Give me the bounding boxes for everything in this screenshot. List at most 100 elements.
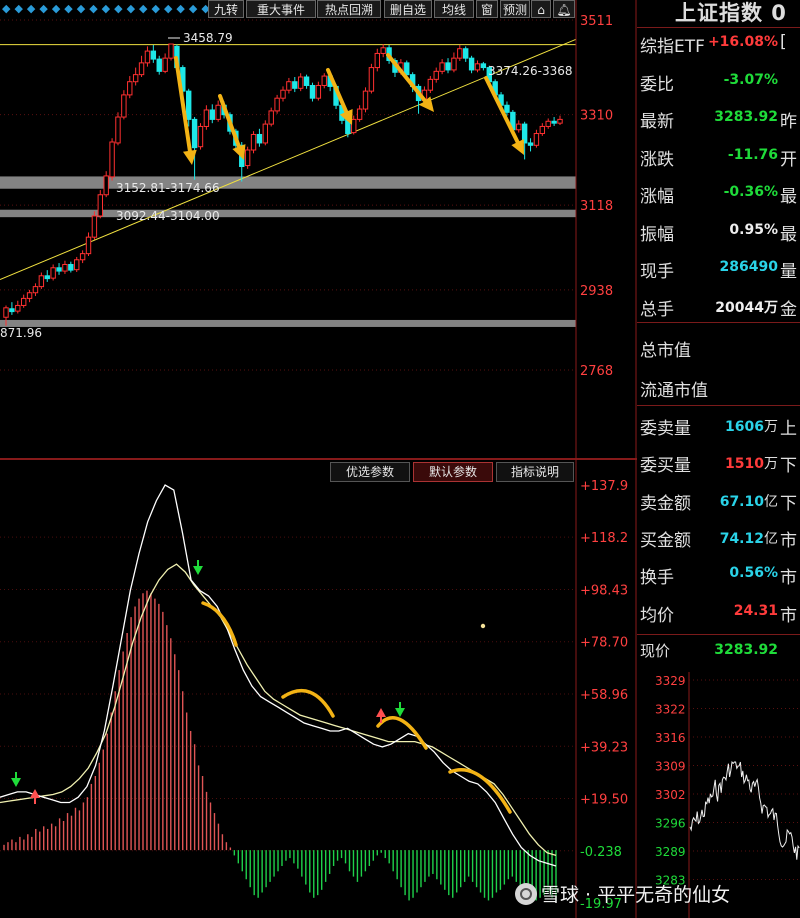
quote-extra-label: 量 xyxy=(780,262,797,282)
toolbar-button-3[interactable]: 删自选 xyxy=(384,0,432,18)
candle-body xyxy=(268,110,274,125)
candle-body xyxy=(451,57,457,71)
candle-body xyxy=(74,259,80,271)
quote-label: 委卖量 xyxy=(640,419,691,439)
quote-extra-label: [ xyxy=(780,32,787,52)
quote-value-text: -3.07% xyxy=(723,71,778,88)
candle-body xyxy=(244,149,251,167)
quote-row: 最新 3283.92 昨 xyxy=(637,103,800,135)
indicator-axis: +137.9 +118.2 +98.43 +78.70 +58.96 +39.23 +19.… xyxy=(580,479,628,912)
candle-body xyxy=(79,253,86,261)
candle-body xyxy=(91,215,98,238)
candle-body xyxy=(115,116,121,144)
candle-body xyxy=(315,84,322,99)
candle-body xyxy=(463,48,469,59)
candle-body xyxy=(9,308,15,313)
candle-body xyxy=(404,62,410,76)
candle-body xyxy=(191,118,198,149)
indicator-tab-0[interactable]: 优选参数 xyxy=(330,462,410,482)
quote-row: 振幅 0.95% 最 xyxy=(637,216,800,248)
watermark-author: 平平无奇的仙女 xyxy=(597,884,731,906)
candle-body xyxy=(150,50,157,60)
candle-body xyxy=(250,133,257,151)
market-cap-row: 总市值 xyxy=(637,332,800,364)
indicator-tick-label: +98.43 xyxy=(580,584,628,599)
price-tick-label: 2768 xyxy=(580,364,613,379)
candle-body xyxy=(186,90,192,120)
quote-value: 24.31 xyxy=(734,603,778,619)
quote-extra-label: 最 xyxy=(780,224,797,245)
intraday-price-row: 现价 3283.92 xyxy=(637,636,800,668)
candle-body xyxy=(85,236,92,255)
candle-body xyxy=(427,78,434,91)
candle-body xyxy=(62,263,68,272)
event-diamond-markers[interactable]: ◆◆◆◆◆◆◆◆◆◆◆◆◆◆◆◆◆◆◆ xyxy=(2,1,239,17)
quote-label: 买金额 xyxy=(640,530,691,551)
mini-tick-label: 3302 xyxy=(655,788,686,802)
candle-body xyxy=(321,75,327,86)
quote-value-text: 0.56% xyxy=(729,565,778,582)
quote-label: 最新 xyxy=(640,112,674,132)
price-tick-label: 2938 xyxy=(580,284,613,299)
quote-row: 总手 20044万金 xyxy=(637,291,800,323)
lock-icon[interactable]: ⌂ xyxy=(531,0,551,18)
support-zone xyxy=(0,176,576,189)
quote-unit: 亿 xyxy=(764,493,778,510)
quote-sidebar: 上证指数 0 综指ETF +16.08%[委比 -3.07% 最新 3283.92 昨涨跌… xyxy=(637,0,800,918)
chart-canvas: 3458.79 3374.26-3368 3152.81-3174.66 3092.4… xyxy=(0,0,637,918)
candle-body xyxy=(162,57,168,72)
price-tick-label: 3310 xyxy=(580,109,613,124)
toolbar-button-5[interactable]: 窗 xyxy=(476,0,498,18)
quote-value: 20044万 xyxy=(715,297,778,317)
quote-unit: 亿 xyxy=(764,530,778,547)
price-tick-label: 3118 xyxy=(580,199,613,214)
quote-unit: 万 xyxy=(764,456,778,473)
quote-row: 买金额 74.12亿市 xyxy=(637,522,800,554)
watermark-brand: 雪球 xyxy=(541,884,580,906)
candle-body xyxy=(168,43,174,59)
mini-tick-label: 3316 xyxy=(655,731,686,745)
quote-row: 委比 -3.07% xyxy=(637,66,800,98)
toolbar-button-6[interactable]: 预测 xyxy=(500,0,530,18)
price-annotation: 3374.26-3368 xyxy=(488,64,573,78)
quote-value-text: 24.31 xyxy=(733,602,778,619)
candle-body xyxy=(533,133,540,146)
indicator-tab-2[interactable]: 指标说明 xyxy=(496,462,574,482)
price-annotation: 3458.79 xyxy=(183,31,233,45)
candle-body xyxy=(297,76,304,89)
indicator-tab-1[interactable]: 默认参数 xyxy=(413,462,493,482)
candle-body xyxy=(504,104,510,113)
support-zone xyxy=(0,209,576,218)
candle-body xyxy=(15,304,21,312)
quote-label: 涨跌 xyxy=(640,149,674,170)
market-cap-label: 总市值 xyxy=(640,341,691,361)
toolbar-button-2[interactable]: 热点回溯 xyxy=(317,0,381,18)
quote-value: 1606万 xyxy=(725,416,778,436)
toolbar-button-4[interactable]: 均线 xyxy=(434,0,474,18)
candle-body xyxy=(433,70,439,80)
intraday-value: 3283.92 xyxy=(714,642,778,658)
notification-icon[interactable]: 🔔︎ xyxy=(553,0,575,18)
quote-value: 67.10亿 xyxy=(720,491,778,511)
candle-body xyxy=(50,267,56,279)
toolbar-button-1[interactable]: 重大事件 xyxy=(246,0,316,18)
candle-body xyxy=(439,62,445,72)
candle-body xyxy=(286,81,292,91)
candle-body xyxy=(292,81,298,89)
indicator-tick-label: +78.70 xyxy=(580,636,628,651)
quote-value: -11.76 xyxy=(728,147,778,163)
mini-tick-label: 3289 xyxy=(655,845,686,859)
support-zone xyxy=(0,319,576,327)
candle-body xyxy=(362,90,369,110)
quote-value-text: 67.10 xyxy=(719,493,764,510)
candle-body xyxy=(68,263,74,271)
quote-value: 0.56% xyxy=(729,565,778,581)
quote-value: 3283.92 xyxy=(714,109,778,125)
candle-body xyxy=(127,81,133,96)
toolbar-button-0[interactable]: 九转 xyxy=(208,0,244,18)
candle-body xyxy=(474,63,481,71)
quote-extra-label: 上 xyxy=(780,419,797,439)
candle-body xyxy=(3,307,9,318)
candle-body xyxy=(351,118,357,134)
candle-body xyxy=(156,58,162,72)
